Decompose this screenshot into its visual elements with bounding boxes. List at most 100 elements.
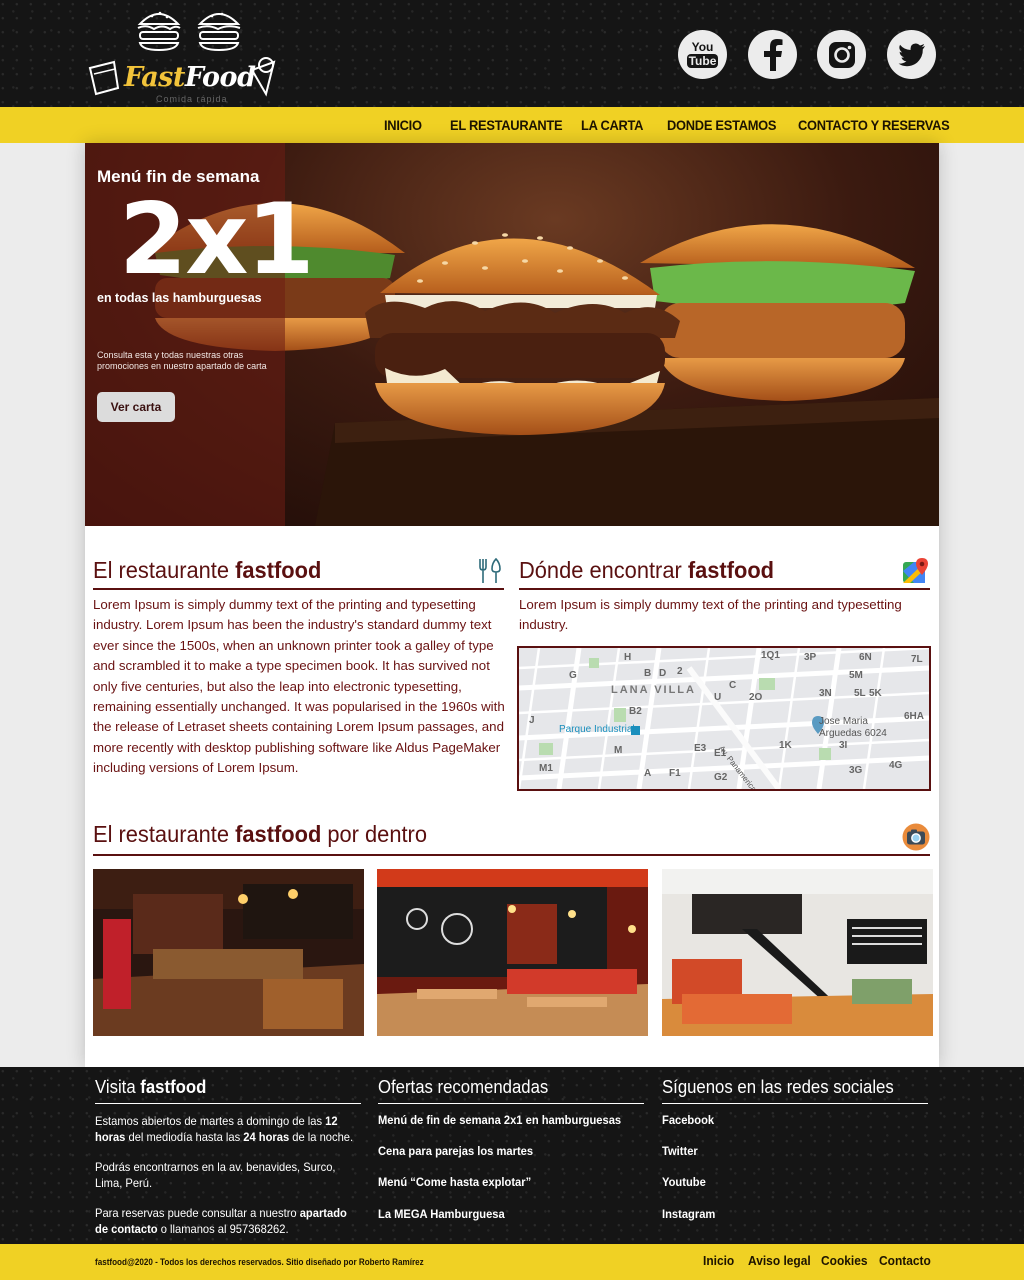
offer-link-2x1[interactable]: Menú de fin de semana 2x1 en hamburguesa… bbox=[378, 1113, 621, 1127]
svg-text:G2: G2 bbox=[714, 772, 728, 783]
svg-text:M: M bbox=[614, 745, 622, 756]
twitter-icon bbox=[898, 43, 925, 66]
svg-text:1Q1: 1Q1 bbox=[761, 650, 780, 661]
svg-text:3P: 3P bbox=[804, 652, 817, 663]
bottom-bar: fastfood@2020 - Todos los derechos reser… bbox=[0, 1244, 1024, 1280]
svg-text:C: C bbox=[729, 680, 736, 691]
map-station: Parque Industrial bbox=[559, 724, 635, 735]
svg-text:H: H bbox=[624, 652, 631, 663]
footer-hours: Estamos abiertos de martes a domingo de … bbox=[95, 1114, 354, 1144]
footer-social-heading: Síguenos en las redes sociales bbox=[662, 1077, 894, 1097]
footer-link-twitter[interactable]: Twitter bbox=[662, 1144, 698, 1158]
bottom-link-inicio[interactable]: Inicio bbox=[703, 1253, 734, 1268]
location-map[interactable]: H 1Q1 3P 6N 7L GBD2C 5M 3N 5L 5K J B2 U 2O M M1 E3 E1… bbox=[517, 646, 931, 791]
nav-inicio[interactable]: INICIO bbox=[384, 107, 422, 143]
gallery-heading: El restaurante fastfood por dentro bbox=[93, 821, 427, 847]
google-maps-icon bbox=[903, 558, 928, 583]
svg-text:M1: M1 bbox=[539, 763, 553, 774]
footer-offers-heading: Ofertas recomendadas bbox=[378, 1077, 549, 1097]
restaurant-divider bbox=[93, 588, 504, 590]
logo-subtitle: Comida rápida bbox=[156, 94, 228, 104]
nav-donde-estamos[interactable]: DONDE ESTAMOS bbox=[667, 107, 777, 143]
burger-icon bbox=[197, 12, 241, 52]
svg-text:6N: 6N bbox=[859, 652, 872, 663]
gallery-photo-2[interactable] bbox=[377, 869, 648, 1036]
main-content: Menú fin de semana 2x1 en todas las hamb… bbox=[85, 143, 939, 1067]
hero-note: Consulta esta y todas nuestras otras pro… bbox=[97, 350, 267, 371]
map-place: Jose Maria Arguedas 6024 bbox=[819, 716, 887, 739]
main-nav: INICIO EL RESTAURANTE LA CARTA DONDE EST… bbox=[0, 107, 1024, 143]
offer-link-mega[interactable]: La MEGA Hamburguesa bbox=[378, 1207, 505, 1221]
svg-text:E3: E3 bbox=[694, 743, 707, 754]
svg-text:2O: 2O bbox=[749, 692, 763, 703]
nav-contacto-reservas[interactable]: CONTACTO Y RESERVAS bbox=[798, 107, 950, 143]
top-header: FastFood Comida rápida You Tube bbox=[0, 0, 1024, 107]
nav-la-carta[interactable]: LA CARTA bbox=[581, 107, 643, 143]
nav-el-restaurante[interactable]: EL RESTAURANTE bbox=[450, 107, 563, 143]
svg-text:D: D bbox=[659, 668, 666, 679]
cutlery-icon bbox=[479, 557, 501, 583]
instagram-icon bbox=[828, 41, 855, 68]
restaurant-interior-image bbox=[93, 869, 364, 1036]
logo-text: FastFood bbox=[124, 62, 256, 93]
svg-text:3N: 3N bbox=[819, 688, 832, 699]
svg-text:A: A bbox=[644, 768, 651, 779]
location-divider bbox=[519, 588, 930, 590]
svg-text:F1: F1 bbox=[669, 768, 681, 779]
gallery-divider bbox=[93, 854, 930, 856]
svg-text:6HA: 6HA bbox=[904, 711, 924, 722]
svg-text:B: B bbox=[644, 668, 651, 679]
svg-text:5M: 5M bbox=[849, 670, 863, 681]
bottom-link-contacto[interactable]: Contacto bbox=[879, 1253, 931, 1268]
instagram-button[interactable] bbox=[817, 30, 866, 79]
camera-icon bbox=[902, 823, 930, 851]
svg-text:B2: B2 bbox=[629, 706, 642, 717]
footer-divider-2 bbox=[378, 1103, 644, 1104]
svg-text:G: G bbox=[569, 670, 577, 681]
copyright-text: fastfood@2020 - Todos los derechos reser… bbox=[95, 1257, 424, 1267]
footer-link-facebook[interactable]: Facebook bbox=[662, 1113, 714, 1127]
facebook-button[interactable] bbox=[748, 30, 797, 79]
footer-reservations: Para reservas puede consultar a nuestro … bbox=[95, 1206, 347, 1236]
drink-icon bbox=[88, 60, 120, 96]
footer-link-youtube[interactable]: Youtube bbox=[662, 1175, 706, 1189]
svg-text:3G: 3G bbox=[849, 765, 863, 776]
restaurant-heading: El restaurante fastfood bbox=[93, 557, 322, 583]
logo[interactable]: FastFood Comida rápida bbox=[84, 4, 284, 104]
location-text: Lorem Ipsum is simply dummy text of the … bbox=[519, 597, 902, 633]
svg-text:5K: 5K bbox=[869, 688, 883, 699]
map-district: LANA VILLA bbox=[611, 684, 696, 696]
hero-subtitle: en todas las hamburguesas bbox=[97, 291, 262, 305]
svg-text:7L: 7L bbox=[911, 654, 923, 665]
bottom-link-cookies[interactable]: Cookies bbox=[821, 1253, 868, 1268]
gallery-photo-1[interactable] bbox=[93, 869, 364, 1036]
ver-carta-button[interactable]: Ver carta bbox=[97, 392, 175, 422]
bottom-link-aviso-legal[interactable]: Aviso legal bbox=[748, 1253, 811, 1268]
svg-text:3I: 3I bbox=[839, 740, 848, 751]
hero-promo-2x1: 2x1 bbox=[119, 183, 315, 297]
youtube-button[interactable]: You Tube bbox=[678, 30, 727, 79]
gallery-photo-3[interactable] bbox=[662, 869, 933, 1036]
twitter-button[interactable] bbox=[887, 30, 936, 79]
svg-text:1K: 1K bbox=[779, 740, 793, 751]
burger-icon bbox=[137, 11, 181, 52]
restaurant-text: Lorem Ipsum is simply dummy text of the … bbox=[93, 597, 505, 776]
youtube-icon: You Tube bbox=[686, 40, 719, 68]
svg-text:U: U bbox=[714, 692, 721, 703]
footer-link-instagram[interactable]: Instagram bbox=[662, 1207, 715, 1221]
offer-link-explotar[interactable]: Menú “Come hasta explotar” bbox=[378, 1175, 531, 1189]
offer-link-parejas[interactable]: Cena para parejas los martes bbox=[378, 1144, 533, 1158]
svg-text:5L: 5L bbox=[854, 688, 866, 699]
footer-address: Podrás encontrarnos en la av. benavides,… bbox=[95, 1160, 336, 1190]
hero-banner: Menú fin de semana 2x1 en todas las hamb… bbox=[85, 143, 939, 526]
location-heading: Dónde encontrar fastfood bbox=[519, 557, 775, 583]
facebook-icon bbox=[763, 38, 782, 71]
footer-divider-3 bbox=[662, 1103, 928, 1104]
restaurant-dining-image bbox=[377, 869, 648, 1036]
svg-text:2: 2 bbox=[677, 666, 683, 677]
svg-text:J: J bbox=[529, 715, 535, 726]
footer-divider-1 bbox=[95, 1103, 361, 1104]
footer-visit-heading: Visita fastfood bbox=[95, 1077, 207, 1097]
svg-text:4G: 4G bbox=[889, 760, 903, 771]
footer: Visita fastfood Estamos abiertos de mart… bbox=[0, 1067, 1024, 1244]
